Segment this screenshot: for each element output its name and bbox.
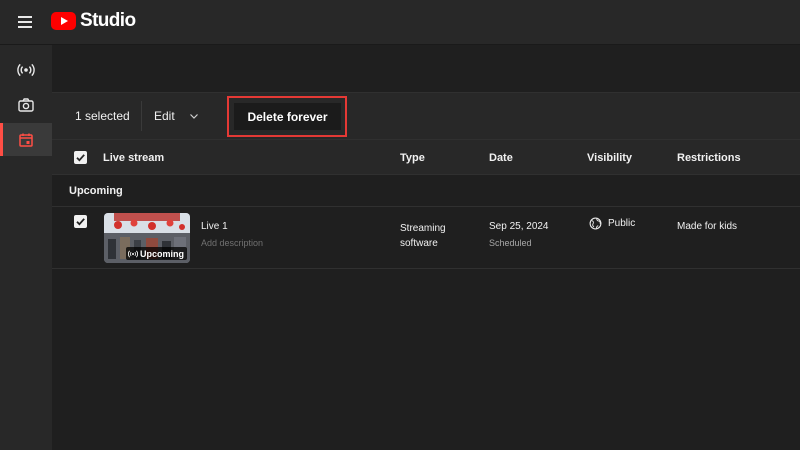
column-header-type: Type — [400, 152, 425, 164]
thumbnail-badge-label: Upcoming — [140, 248, 184, 259]
live-broadcast-icon — [17, 63, 35, 76]
row-checkbox[interactable] — [74, 215, 87, 228]
video-thumbnail[interactable]: Upcoming — [104, 213, 190, 263]
thumbnail-status-badge: Upcoming — [126, 247, 187, 260]
select-all-checkbox[interactable] — [74, 151, 87, 164]
stream-date: Sep 25, 2024 — [489, 221, 549, 232]
selected-count: 1 selected — [75, 109, 130, 123]
nav-item-camera[interactable] — [0, 88, 52, 121]
header-band — [52, 45, 800, 93]
section-header-upcoming: Upcoming — [52, 175, 800, 207]
main-panel: 1 selected Edit Delete forever Live stre… — [52, 45, 800, 450]
column-header-live-stream[interactable]: Live stream — [103, 152, 164, 164]
selection-action-bar: 1 selected Edit Delete forever — [52, 93, 800, 139]
visibility-selector[interactable]: Public — [589, 217, 635, 230]
visibility-label: Public — [608, 218, 636, 229]
table-header: Live stream Type Date Visibility Restric… — [52, 139, 800, 175]
edit-label: Edit — [154, 109, 175, 123]
stream-description[interactable]: Add description — [201, 238, 263, 248]
checkmark-icon — [76, 154, 85, 162]
youtube-logo-icon — [51, 12, 76, 30]
checkmark-icon — [76, 218, 85, 226]
divider — [141, 101, 142, 131]
table-row[interactable]: Upcoming Live 1 Add description Streamin… — [52, 207, 800, 269]
studio-logo[interactable]: Studio — [51, 10, 136, 32]
stream-title[interactable]: Live 1 — [201, 221, 228, 232]
camera-icon — [18, 97, 34, 112]
column-header-date[interactable]: Date — [489, 152, 513, 164]
section-label: Upcoming — [69, 185, 123, 197]
top-header: Studio — [0, 0, 800, 45]
stream-type: Streaming software — [400, 223, 446, 249]
live-broadcast-icon — [128, 250, 138, 257]
column-header-restrictions: Restrictions — [677, 152, 741, 164]
column-header-visibility: Visibility — [587, 152, 633, 164]
globe-icon — [589, 217, 602, 230]
delete-forever-button[interactable]: Delete forever — [234, 103, 341, 130]
calendar-icon — [19, 133, 33, 147]
restrictions-value: Made for kids — [677, 221, 738, 232]
nav-item-manage[interactable] — [0, 123, 52, 156]
nav-item-live[interactable] — [0, 53, 52, 86]
hamburger-menu-icon[interactable] — [17, 13, 35, 29]
edit-dropdown-button[interactable]: Edit — [154, 101, 206, 131]
stream-date-status: Scheduled — [489, 238, 532, 248]
app-name: Studio — [80, 10, 136, 31]
chevron-down-icon — [189, 114, 198, 119]
side-navigation — [0, 45, 52, 450]
